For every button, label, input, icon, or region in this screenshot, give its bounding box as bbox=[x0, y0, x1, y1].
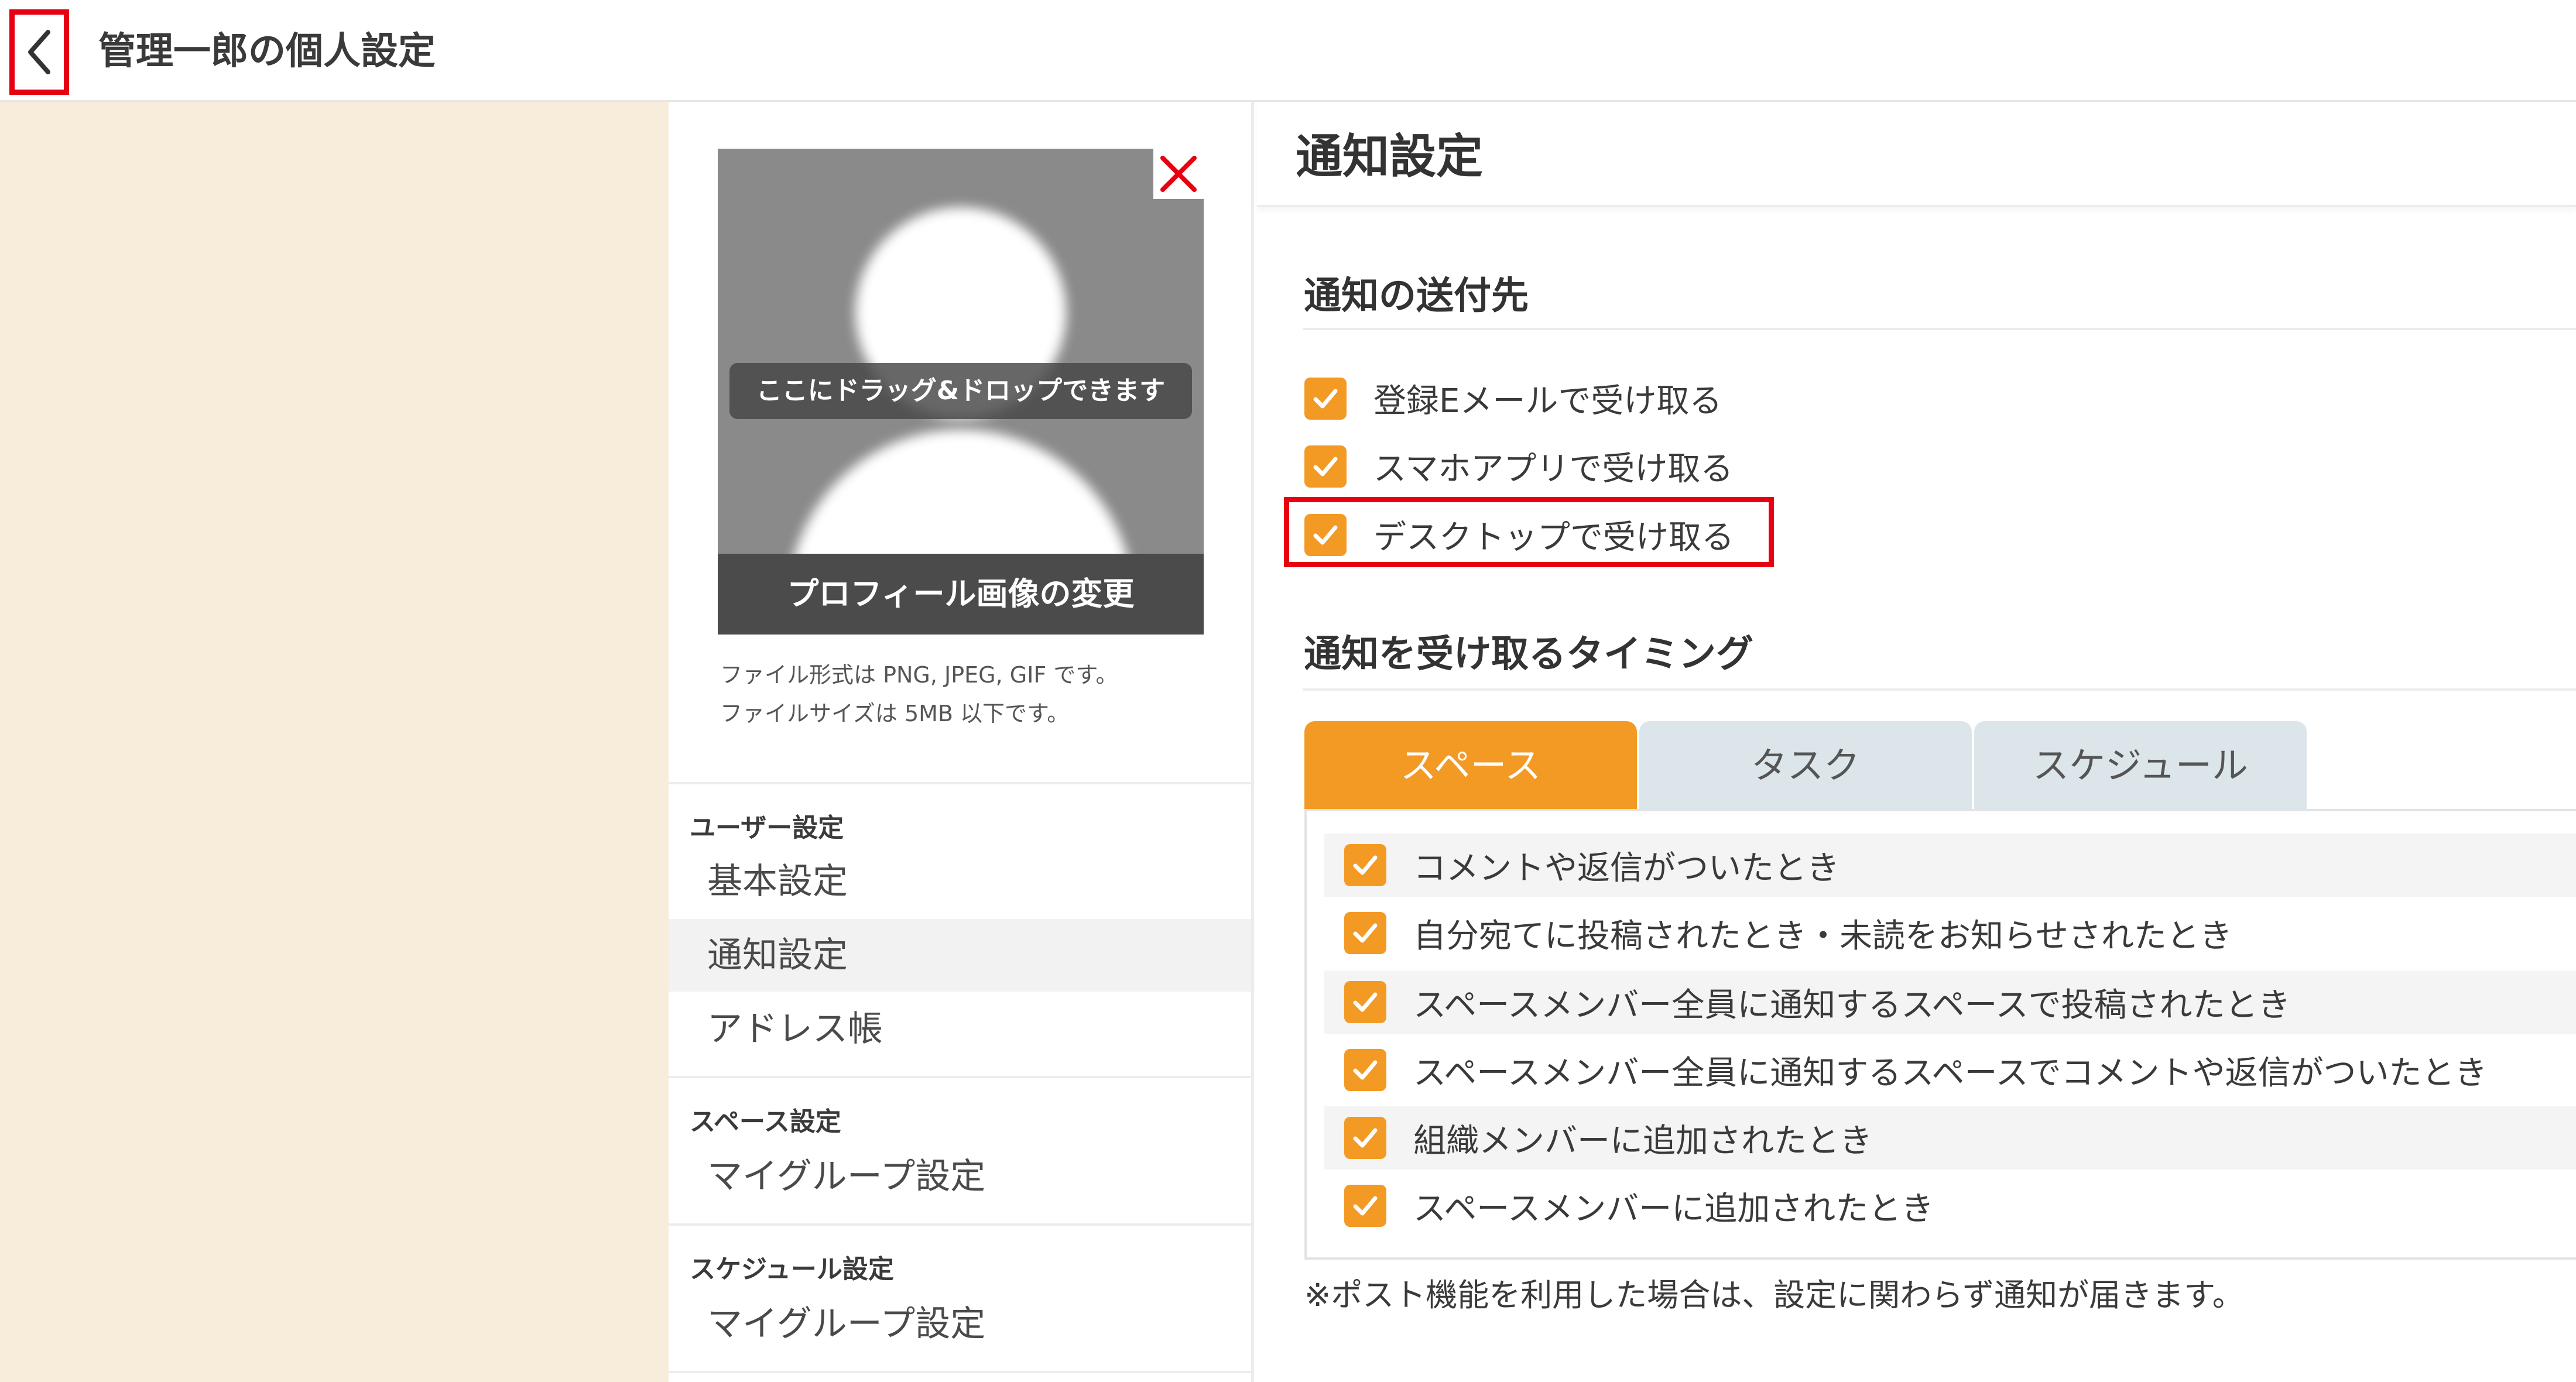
section-divider bbox=[1303, 688, 2576, 691]
checkbox-checked[interactable] bbox=[1344, 1185, 1386, 1227]
menu-divider bbox=[669, 782, 1251, 784]
timing-option[interactable]: スペースメンバー全員に通知するスペースで投稿されたとき bbox=[1324, 971, 2576, 1034]
back-button[interactable] bbox=[9, 9, 69, 95]
page-title: 管理一郎の個人設定 bbox=[98, 30, 436, 73]
file-format-note: ファイル形式は PNG, JPEG, GIF です。 bbox=[720, 662, 1118, 688]
drop-hint: ここにドラッグ&ドロップできます bbox=[729, 363, 1192, 419]
tab-space[interactable]: スペース bbox=[1304, 721, 1637, 810]
main-header: 通知設定 bbox=[1257, 102, 2576, 207]
menu-item-notification-settings[interactable]: 通知設定 bbox=[669, 919, 1251, 992]
menu-section-schedule: スケジュール設定 bbox=[690, 1254, 894, 1284]
menu-item-schedule-my-group[interactable]: マイグループ設定 bbox=[669, 1288, 1251, 1360]
change-profile-image-button[interactable]: プロフィール画像の変更 bbox=[718, 554, 1204, 635]
checkmark-icon bbox=[1313, 525, 1338, 544]
checkmark-icon bbox=[1353, 855, 1378, 875]
menu-section-user: ユーザー設定 bbox=[690, 813, 844, 843]
checkbox-checked[interactable] bbox=[1304, 377, 1347, 420]
checkbox-label: デスクトップで受け取る bbox=[1373, 519, 1734, 557]
checkbox-label: スマホアプリで受け取る bbox=[1373, 450, 1734, 488]
checkbox-label: 登録Eメールで受け取る bbox=[1373, 382, 1722, 420]
checkbox-label: スペースメンバーに追加されたとき bbox=[1413, 1189, 1934, 1228]
timing-options-panel: コメントや返信がついたとき 自分宛てに投稿されたとき・未読をお知らせされたとき … bbox=[1304, 809, 2576, 1260]
section-divider bbox=[1303, 328, 2576, 330]
tab-schedule[interactable]: スケジュール bbox=[1974, 721, 2307, 810]
checkmark-icon bbox=[1353, 1128, 1378, 1148]
timing-option[interactable]: スペースメンバーに追加されたとき bbox=[1324, 1174, 2576, 1237]
checkbox-checked[interactable] bbox=[1344, 1117, 1386, 1159]
checkbox-checked[interactable] bbox=[1344, 981, 1386, 1023]
menu-item-space-my-group[interactable]: マイグループ設定 bbox=[669, 1140, 1251, 1213]
timing-option[interactable]: 組織メンバーに追加されたとき bbox=[1324, 1106, 2576, 1170]
checkmark-icon bbox=[1313, 389, 1338, 408]
timing-option[interactable]: 自分宛てに投稿されたとき・未読をお知らせされたとき bbox=[1324, 901, 2576, 965]
checkbox-desktop[interactable]: デスクトップで受け取る bbox=[1304, 511, 1734, 558]
remove-image-button[interactable] bbox=[1153, 149, 1204, 199]
destinations-title: 通知の送付先 bbox=[1304, 275, 1529, 318]
checkbox-label: コメントや返信がついたとき bbox=[1413, 849, 1839, 887]
menu-item-address-book[interactable]: アドレス帳 bbox=[669, 993, 1251, 1065]
checkmark-icon bbox=[1353, 992, 1378, 1012]
checkbox-checked[interactable] bbox=[1304, 445, 1347, 488]
menu-divider bbox=[669, 1371, 1251, 1373]
menu-section-space: スペース設定 bbox=[690, 1107, 841, 1137]
checkmark-icon bbox=[1353, 923, 1378, 943]
file-requirements-note: ファイル形式は PNG, JPEG, GIF です。 ファイルサイズは 5MB … bbox=[720, 656, 1118, 733]
checkbox-smartphone-app[interactable]: スマホアプリで受け取る bbox=[1304, 443, 1733, 490]
top-header: 管理一郎の個人設定 bbox=[0, 0, 2576, 102]
checkbox-label: 組織メンバーに追加されたとき bbox=[1413, 1122, 1872, 1160]
timing-option[interactable]: コメントや返信がついたとき bbox=[1324, 834, 2576, 897]
close-icon bbox=[1160, 156, 1197, 192]
checkmark-icon bbox=[1313, 457, 1338, 476]
background-area bbox=[0, 102, 669, 1382]
tab-task[interactable]: タスク bbox=[1639, 721, 1972, 810]
menu-item-basic-settings[interactable]: 基本設定 bbox=[669, 845, 1251, 918]
checkbox-checked[interactable] bbox=[1344, 844, 1386, 886]
checkmark-icon bbox=[1353, 1196, 1378, 1216]
checkbox-checked[interactable] bbox=[1344, 1049, 1386, 1091]
file-size-note: ファイルサイズは 5MB 以下です。 bbox=[720, 701, 1070, 726]
checkbox-label: スペースメンバー全員に通知するスペースでコメントや返信がついたとき bbox=[1413, 1054, 2488, 1092]
menu-divider bbox=[669, 1076, 1251, 1078]
post-feature-note: ※ポスト機能を利用した場合は、設定に関わらず通知が届きます。 bbox=[1304, 1277, 2244, 1314]
checkbox-email[interactable]: 登録Eメールで受け取る bbox=[1304, 375, 1722, 422]
checkmark-icon bbox=[1353, 1060, 1378, 1080]
menu-divider bbox=[669, 1223, 1251, 1226]
chevron-left-icon bbox=[28, 30, 50, 74]
profile-image-dropzone[interactable]: ここにドラッグ&ドロップできます プロフィール画像の変更 bbox=[718, 149, 1204, 635]
checkbox-label: スペースメンバー全員に通知するスペースで投稿されたとき bbox=[1413, 986, 2291, 1024]
timing-title: 通知を受け取るタイミング bbox=[1304, 633, 1753, 676]
checkbox-label: 自分宛てに投稿されたとき・未読をお知らせされたとき bbox=[1413, 917, 2232, 955]
settings-sidebar: ここにドラッグ&ドロップできます プロフィール画像の変更 ファイル形式は PNG… bbox=[669, 102, 1254, 1382]
timing-option[interactable]: スペースメンバー全員に通知するスペースでコメントや返信がついたとき bbox=[1324, 1038, 2576, 1102]
checkbox-checked[interactable] bbox=[1344, 912, 1386, 954]
main-title: 通知設定 bbox=[1296, 129, 1483, 184]
checkbox-checked[interactable] bbox=[1304, 513, 1347, 556]
